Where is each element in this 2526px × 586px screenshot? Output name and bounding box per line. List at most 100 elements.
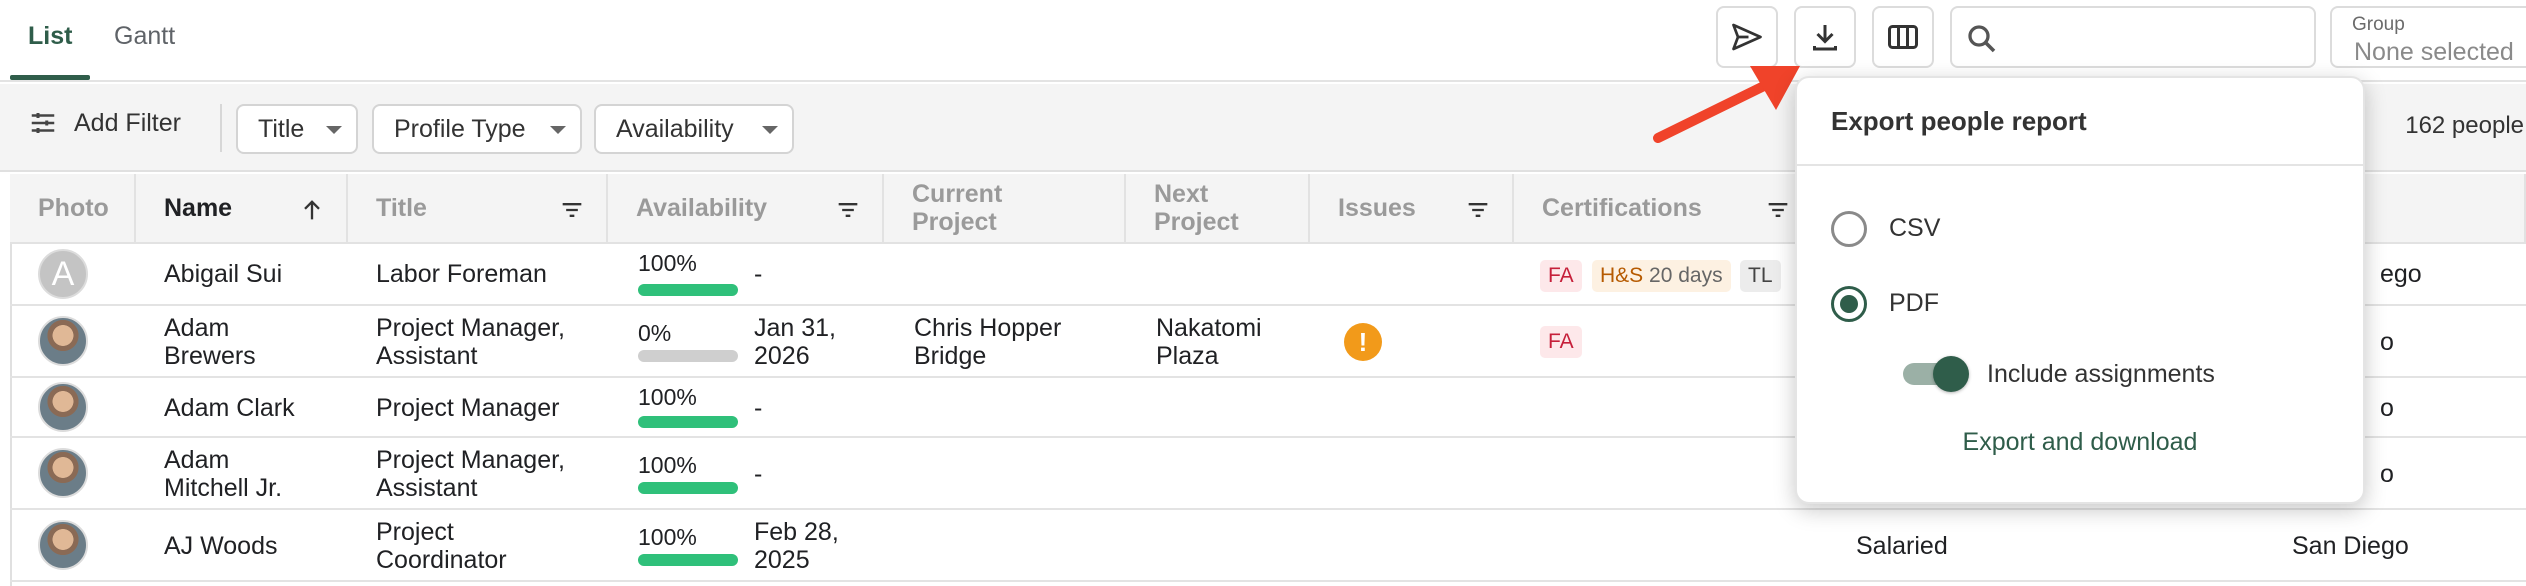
person-title: Labor Foreman xyxy=(376,260,547,288)
availability-percent: 100% xyxy=(638,250,697,276)
column-header-availability[interactable]: Availability xyxy=(608,174,884,244)
search-box[interactable] xyxy=(1950,6,2316,68)
filter-icon[interactable] xyxy=(1764,196,1792,224)
column-header-label: Certifications xyxy=(1542,194,1702,222)
csv-label[interactable]: CSV xyxy=(1889,214,1940,243)
location-cell: San Diego xyxy=(2292,532,2409,560)
issue-warning-icon[interactable]: ! xyxy=(1344,323,1382,361)
pdf-radio[interactable] xyxy=(1831,286,1867,322)
export-popover: Export people report CSV PDF Include ass… xyxy=(1795,76,2365,504)
column-header-label: Current Project xyxy=(912,180,1003,236)
add-filter-button[interactable]: Add Filter xyxy=(28,108,181,138)
current-project[interactable]: Chris Hopper Bridge xyxy=(914,314,1114,370)
availability-percent: 100% xyxy=(638,452,697,478)
column-header-label: Issues xyxy=(1338,194,1416,222)
filter-divider xyxy=(220,104,222,152)
availability-bar-fill xyxy=(638,416,738,428)
group-value: None selected xyxy=(2354,38,2514,66)
table-row[interactable]: AJ Woods Project Coordinator 100% Feb 28… xyxy=(10,510,2526,582)
people-count: 162 people xyxy=(2405,112,2524,139)
caret-down-icon xyxy=(326,126,342,134)
filter-icon[interactable] xyxy=(834,196,862,224)
export-download-button[interactable]: Export and download xyxy=(1797,428,2363,457)
person-name[interactable]: Adam Mitchell Jr. xyxy=(164,446,304,502)
filter-chip-availability[interactable]: Availability xyxy=(594,104,794,154)
person-name[interactable]: Abigail Sui xyxy=(164,260,282,288)
column-header-next-project: Next Project xyxy=(1126,174,1310,244)
add-filter-label: Add Filter xyxy=(74,108,181,137)
pdf-label[interactable]: PDF xyxy=(1889,289,1939,318)
popover-divider xyxy=(1797,164,2363,166)
next-project[interactable]: Nakatomi Plaza xyxy=(1156,314,1296,370)
filter-icon[interactable] xyxy=(558,196,586,224)
filter-icon[interactable] xyxy=(1464,196,1492,224)
available-from: - xyxy=(754,460,763,488)
avatar: A xyxy=(38,249,88,299)
cert-badge: FA xyxy=(1540,260,1582,292)
person-name[interactable]: Adam Clark xyxy=(164,394,295,422)
location-cell: ego xyxy=(2380,260,2422,288)
profile-type-cell: Salaried xyxy=(1856,532,1948,560)
filter-chip-profile-type[interactable]: Profile Type xyxy=(372,104,582,154)
toggle-knob xyxy=(1933,356,1969,392)
search-input[interactable] xyxy=(2010,18,2300,58)
available-from: - xyxy=(754,260,763,288)
person-title: Project Coordinator xyxy=(376,518,507,574)
availability-bar-fill xyxy=(638,554,738,566)
column-header-title[interactable]: Title xyxy=(348,174,608,244)
location-cell: o xyxy=(2380,394,2394,422)
cert-badge: TL xyxy=(1740,260,1781,292)
available-from: Feb 28, 2025 xyxy=(754,518,839,574)
column-header-name[interactable]: Name xyxy=(136,174,348,244)
download-icon xyxy=(1813,25,1837,51)
columns-icon xyxy=(1888,25,1918,49)
availability-bar xyxy=(638,554,738,566)
top-bar: List Gantt Group None selected xyxy=(0,0,2526,82)
location-cell: o xyxy=(2380,460,2394,488)
avatar xyxy=(38,382,88,432)
cert-badge: H&S 20 days xyxy=(1592,260,1731,292)
popover-title: Export people report xyxy=(1831,106,2087,136)
cert-badge-label: H&S xyxy=(1600,264,1644,287)
availability-bar xyxy=(638,416,738,428)
caret-down-icon xyxy=(762,126,778,134)
caret-down-icon xyxy=(550,126,566,134)
person-title: Project Manager xyxy=(376,394,560,422)
column-header-photo: Photo xyxy=(10,174,136,244)
sort-ascending-icon[interactable] xyxy=(298,196,326,224)
column-header-label: Next Project xyxy=(1154,180,1239,236)
columns-button[interactable] xyxy=(1872,6,1934,68)
availability-percent: 0% xyxy=(638,320,672,346)
avatar xyxy=(38,448,88,498)
person-name[interactable]: AJ Woods xyxy=(164,532,277,560)
avatar xyxy=(38,520,88,570)
cert-badge: FA xyxy=(1540,326,1582,358)
column-header-label: Title xyxy=(376,194,427,222)
filter-chip-title[interactable]: Title xyxy=(236,104,358,154)
annotation-arrow-icon xyxy=(1653,66,1800,143)
person-name[interactable]: Adam Brewers xyxy=(164,314,304,370)
tab-gantt[interactable]: Gantt xyxy=(114,22,175,51)
column-header-label: Name xyxy=(164,194,233,222)
tab-list[interactable]: List xyxy=(28,22,72,51)
available-from: Jan 31, 2026 xyxy=(754,314,837,370)
availability-bar xyxy=(638,482,738,494)
filter-chip-label: Title xyxy=(258,114,305,143)
filter-chip-label: Profile Type xyxy=(394,114,526,143)
availability-percent: 100% xyxy=(638,384,697,410)
availability-bar-fill xyxy=(638,482,738,494)
column-header-current-project: Current Project xyxy=(884,174,1126,244)
group-select[interactable]: Group None selected xyxy=(2330,6,2526,68)
search-icon xyxy=(1968,25,1996,53)
filter-chip-label: Availability xyxy=(616,114,734,143)
location-cell: o xyxy=(2380,328,2394,356)
availability-bar xyxy=(638,350,738,362)
csv-radio[interactable] xyxy=(1831,211,1867,247)
active-tab-indicator xyxy=(10,75,90,80)
include-assignments-toggle[interactable] xyxy=(1903,356,1969,392)
send-icon xyxy=(1732,23,1762,51)
filter-sliders-icon xyxy=(31,113,55,133)
available-from: - xyxy=(754,394,763,422)
person-title: Project Manager, Assistant xyxy=(376,446,565,502)
column-header-issues[interactable]: Issues xyxy=(1310,174,1514,244)
